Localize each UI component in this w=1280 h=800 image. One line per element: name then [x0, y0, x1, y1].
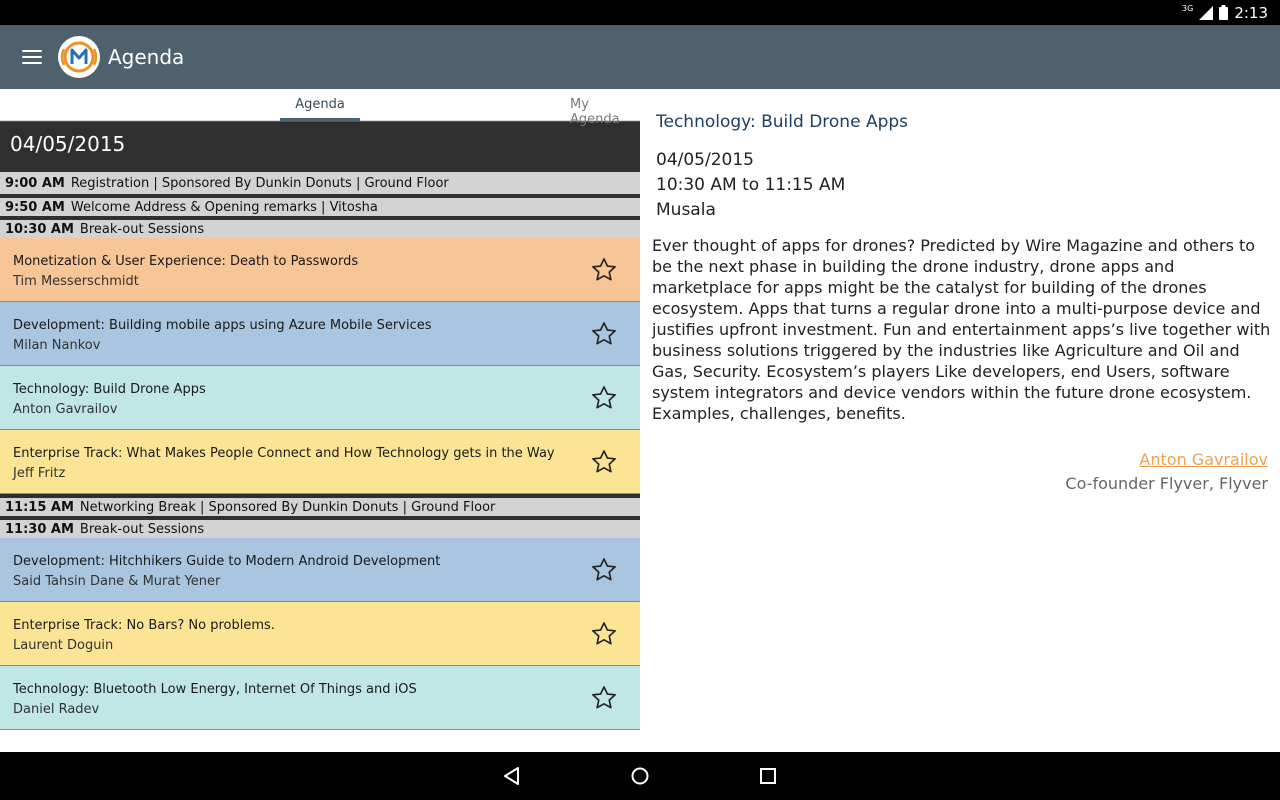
slot-description: Registration | Sponsored By Dunkin Donut…	[70, 175, 449, 191]
session-item[interactable]: Technology: Bluetooth Low Energy, Intern…	[0, 666, 640, 730]
time-slot: 9:50 AM Welcome Address & Opening remark…	[0, 194, 640, 216]
signal-icon	[1199, 5, 1214, 20]
back-icon[interactable]	[500, 764, 524, 788]
session-speaker: Tim Messerschmidt	[13, 274, 139, 289]
agenda-list-pane: Agenda My Agenda 04/05/2015 9:00 AM Regi…	[0, 89, 640, 752]
detail-date: 04/05/2015	[656, 150, 754, 170]
speaker-link[interactable]: Anton Gavrailov	[1139, 450, 1268, 469]
session-item[interactable]: Development: Building mobile apps using …	[0, 302, 640, 366]
time-slot: 10:30 AM Break-out Sessions	[0, 216, 640, 238]
speaker-role: Co-founder Flyver, Flyver	[1065, 474, 1268, 493]
session-title: Development: Hitchhikers Guide to Modern…	[13, 554, 441, 569]
status-time: 2:13	[1234, 3, 1268, 22]
star-outline-icon[interactable]	[590, 684, 618, 712]
slot-time: 11:15 AM	[5, 499, 74, 515]
slot-description: Break-out Sessions	[79, 221, 205, 237]
session-speaker: Jeff Fritz	[13, 466, 66, 481]
star-outline-icon[interactable]	[590, 320, 618, 348]
session-title: Enterprise Track: No Bars? No problems.	[13, 618, 275, 633]
slot-description: Welcome Address & Opening remarks | Vito…	[70, 199, 378, 215]
tab-bar: Agenda My Agenda	[0, 89, 640, 127]
status-right: 3G 2:13	[1182, 0, 1268, 25]
battery-icon	[1219, 5, 1229, 20]
slot-time: 9:00 AM	[5, 175, 65, 191]
session-speaker: Milan Nankov	[13, 338, 101, 353]
date-header: 04/05/2015	[0, 121, 640, 172]
star-outline-icon[interactable]	[590, 620, 618, 648]
session-item[interactable]: Monetization & User Experience: Death to…	[0, 238, 640, 302]
menu-icon	[22, 50, 42, 64]
session-item[interactable]: Enterprise Track: No Bars? No problems. …	[0, 602, 640, 666]
tab-my-agenda[interactable]: My Agenda	[570, 97, 640, 127]
star-outline-icon[interactable]	[590, 448, 618, 476]
detail-description: Ever thought of apps for drones? Predict…	[652, 236, 1271, 423]
home-icon[interactable]	[628, 764, 652, 788]
session-detail-pane: Technology: Build Drone Apps 04/05/2015 …	[640, 89, 1280, 752]
slot-description: Networking Break | Sponsored By Dunkin D…	[79, 499, 496, 515]
session-speaker: Said Tahsin Dane & Murat Yener	[13, 574, 221, 589]
slot-time: 9:50 AM	[5, 199, 65, 215]
tab-agenda[interactable]: Agenda	[280, 97, 360, 121]
time-slot: 9:00 AM Registration | Sponsored By Dunk…	[0, 172, 640, 194]
star-outline-icon[interactable]	[590, 256, 618, 284]
detail-room: Musala	[656, 200, 716, 220]
session-title: Enterprise Track: What Makes People Conn…	[13, 446, 555, 461]
slot-time: 10:30 AM	[5, 221, 74, 237]
session-speaker: Anton Gavrailov	[13, 402, 118, 417]
star-outline-icon[interactable]	[590, 384, 618, 412]
status-bar: 3G 2:13	[0, 0, 1280, 25]
time-slot: 11:30 AM Break-out Sessions	[0, 516, 640, 538]
session-title: Technology: Build Drone Apps	[13, 382, 206, 397]
network-type: 3G	[1182, 4, 1194, 13]
app-title: Agenda	[108, 45, 185, 69]
slot-time: 11:30 AM	[5, 521, 74, 537]
detail-time: 10:30 AM to 11:15 AM	[656, 175, 846, 195]
time-slot: 11:15 AM Networking Break | Sponsored By…	[0, 494, 640, 516]
session-title: Development: Building mobile apps using …	[13, 318, 432, 333]
session-title: Monetization & User Experience: Death to…	[13, 254, 359, 269]
session-item[interactable]: Development: Hitchhikers Guide to Modern…	[0, 538, 640, 602]
session-title: Technology: Bluetooth Low Energy, Intern…	[13, 682, 417, 697]
session-item[interactable]: Enterprise Track: What Makes People Conn…	[0, 430, 640, 494]
detail-title: Technology: Build Drone Apps	[656, 112, 909, 132]
slot-description: Break-out Sessions	[79, 521, 205, 537]
session-speaker: Laurent Doguin	[13, 638, 114, 653]
app-logo	[58, 36, 100, 78]
recents-icon[interactable]	[756, 764, 780, 788]
session-item[interactable]: Technology: Build Drone Apps Anton Gavra…	[0, 366, 640, 430]
session-speaker: Daniel Radev	[13, 702, 100, 717]
menu-button[interactable]	[0, 25, 64, 89]
star-outline-icon[interactable]	[590, 556, 618, 584]
navigation-bar	[0, 752, 1280, 800]
app-bar: Agenda	[0, 25, 1280, 89]
detail-meta: 04/05/2015 10:30 AM to 11:15 AM Musala	[656, 148, 845, 223]
